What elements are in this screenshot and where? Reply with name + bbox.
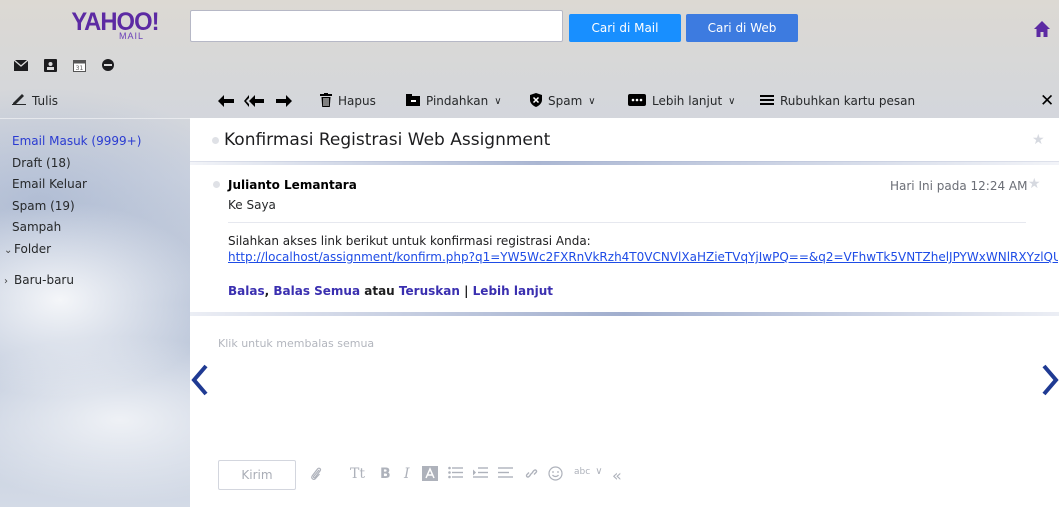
text-size-icon[interactable]: Tt <box>350 466 365 482</box>
hamburger-icon <box>760 94 774 109</box>
reply-all-prompt[interactable]: Klik untuk membalas semua <box>218 337 374 350</box>
align-icon[interactable] <box>498 466 513 479</box>
indent-icon[interactable] <box>473 466 488 479</box>
bold-icon[interactable]: B <box>380 466 391 482</box>
spam-label: Spam <box>548 94 583 108</box>
message-panel: Konfirmasi Registrasi Web Assignment ★ J… <box>190 118 1059 507</box>
collapse-toolbar-icon[interactable]: « <box>612 466 622 485</box>
chevron-down-icon: ⌄ <box>4 244 13 256</box>
spellcheck-label: abc <box>574 466 591 477</box>
messenger-icon[interactable] <box>101 58 115 72</box>
previous-message-icon[interactable] <box>190 362 210 402</box>
pencil-icon <box>12 93 26 108</box>
folder-label: Folder <box>14 241 52 256</box>
compose-button[interactable]: Tulis <box>12 93 58 108</box>
reply-all-link[interactable]: Balas Semua <box>273 284 360 298</box>
change-view-button[interactable]: Rubuhkan kartu pesan <box>760 94 915 109</box>
sidebar-item-spam[interactable]: Spam (19) <box>12 196 141 218</box>
home-icon[interactable] <box>1033 20 1051 38</box>
move-label: Pindahkan <box>426 94 489 108</box>
delete-button[interactable]: Hapus <box>320 92 376 110</box>
mail-icon[interactable] <box>14 58 28 72</box>
more-dots-icon <box>628 93 646 109</box>
separator: | <box>464 284 469 298</box>
folder-label: Email Masuk (9999+) <box>12 134 142 148</box>
sidebar-item-drafts[interactable]: Draft (18) <box>12 153 141 175</box>
search-mail-button[interactable]: Cari di Mail <box>569 14 681 42</box>
trash-icon <box>320 92 332 110</box>
sidebar-item-recent[interactable]: › Baru-baru <box>4 270 141 292</box>
star-icon[interactable]: ★ <box>1028 176 1041 192</box>
search-web-button[interactable]: Cari di Web <box>686 14 798 42</box>
recipient[interactable]: Ke Saya <box>228 198 276 212</box>
chevron-down-icon: ∨ <box>595 466 603 477</box>
emoji-icon[interactable] <box>548 466 563 481</box>
italic-icon[interactable]: I <box>404 466 410 482</box>
svg-text:31: 31 <box>75 65 83 72</box>
sidebar-item-folders[interactable]: ⌄ Folder <box>4 239 141 261</box>
sidebar-item-trash[interactable]: Sampah <box>12 217 141 239</box>
shield-icon <box>530 92 542 110</box>
spellcheck-icon[interactable]: abc ∨ <box>574 466 603 477</box>
chevron-down-icon: ∨ <box>588 95 596 107</box>
more-button[interactable]: Lebih lanjut ∨ <box>628 93 736 109</box>
more-label: Lebih lanjut <box>652 94 723 108</box>
folder-label: Draft (18) <box>12 155 71 170</box>
more-link[interactable]: Lebih lanjut <box>473 284 553 298</box>
chevron-right-icon: › <box>4 276 8 287</box>
chevron-down-icon: ∨ <box>728 95 736 107</box>
reply-all-icon[interactable] <box>244 95 264 107</box>
header-divider <box>228 222 1026 223</box>
star-icon[interactable]: ★ <box>1032 132 1045 148</box>
app-switcher: 31 <box>14 58 115 72</box>
logo-sub: MAIL <box>118 31 144 41</box>
message-body-text: Silahkan akses link berikut untuk konfir… <box>228 234 591 248</box>
spam-button[interactable]: Spam ∨ <box>530 92 596 110</box>
message-card: Julianto Lemantara Ke Saya Hari Ini pada… <box>190 166 1059 316</box>
sidebar-item-sent[interactable]: Email Keluar <box>12 174 141 196</box>
message-divider <box>190 312 1059 316</box>
attach-icon[interactable] <box>310 466 322 482</box>
search-input[interactable] <box>190 10 563 42</box>
chevron-down-icon: ∨ <box>494 95 502 107</box>
confirm-link[interactable]: http://localhost/assignment/konfirm.php?… <box>228 250 1058 264</box>
yahoo-mail-logo[interactable]: YAHOO! MAIL <box>0 0 190 54</box>
read-dot-icon[interactable] <box>213 181 220 188</box>
next-message-icon[interactable] <box>1040 362 1059 402</box>
contacts-icon[interactable] <box>43 58 57 72</box>
reply-link[interactable]: Balas <box>228 284 265 298</box>
folder-icon <box>406 93 420 109</box>
unread-dot-icon[interactable] <box>212 137 219 144</box>
delete-label: Hapus <box>338 94 376 108</box>
close-icon[interactable]: ✕ <box>1040 91 1054 111</box>
subject-divider <box>190 161 1059 165</box>
sender-name[interactable]: Julianto Lemantara <box>228 178 357 192</box>
calendar-icon[interactable]: 31 <box>72 58 86 72</box>
forward-icon[interactable] <box>276 95 292 107</box>
reply-icon[interactable] <box>218 95 234 107</box>
move-button[interactable]: Pindahkan ∨ <box>406 93 502 109</box>
message-toolbar: Hapus Pindahkan ∨ Spam ∨ Lebih lanjut ∨ … <box>190 87 1059 115</box>
subject-row: Konfirmasi Registrasi Web Assignment ★ <box>190 118 1059 165</box>
folder-list: Email Masuk (9999+) Draft (18) Email Kel… <box>4 131 141 292</box>
folder-label: Sampah <box>12 220 62 234</box>
or-text: atau <box>364 284 395 298</box>
text-color-icon[interactable] <box>422 466 438 481</box>
forward-link[interactable]: Teruskan <box>399 284 460 298</box>
link-icon[interactable] <box>524 466 539 481</box>
message-time: Hari Ini pada 12:24 AM <box>890 179 1028 193</box>
message-actions: Balas, Balas Semua atau Teruskan | Lebih… <box>228 284 554 298</box>
sidebar-divider <box>0 118 190 119</box>
compose-label: Tulis <box>32 93 59 108</box>
folder-label: Email Keluar <box>12 177 87 191</box>
bulleted-list-icon[interactable] <box>448 466 463 479</box>
change-view-label: Rubuhkan kartu pesan <box>780 94 916 108</box>
message-subject: Konfirmasi Registrasi Web Assignment <box>224 130 551 150</box>
folder-label: Spam (19) <box>12 198 75 213</box>
sidebar-item-inbox[interactable]: Email Masuk (9999+) <box>12 131 141 153</box>
send-button[interactable]: Kirim <box>218 460 296 490</box>
folder-label: Baru-baru <box>14 273 74 287</box>
